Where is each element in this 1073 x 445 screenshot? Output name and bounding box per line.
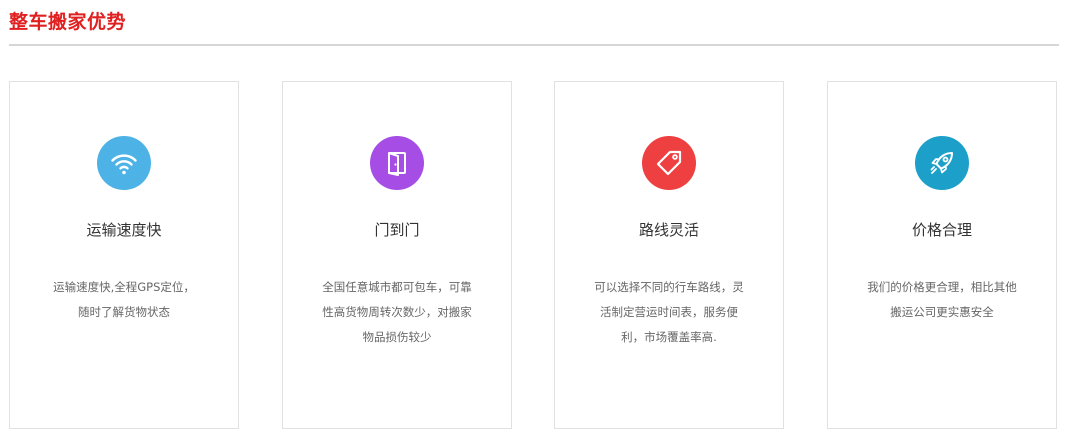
feature-card-reasonable-price: 价格合理 我们的价格更合理，相比其他 搬运公司更实惠安全: [827, 81, 1057, 429]
feature-title: 门到门: [374, 221, 420, 239]
description-line: 物品损伤较少: [362, 330, 432, 344]
feature-title: 运输速度快: [86, 221, 162, 239]
description-line: 活制定营运时间表，服务便: [600, 305, 738, 319]
advantages-section: 整车搬家优势 运输速度快 运输速度快,全程GPS定位， 随时了解货物状态 门到门…: [0, 0, 1073, 445]
feature-description: 全国任意城市都可包车，可靠 性高货物周转次数少，对搬家 物品损伤较少: [313, 275, 481, 350]
feature-card-door-to-door: 门到门 全国任意城市都可包车，可靠 性高货物周转次数少，对搬家 物品损伤较少: [282, 81, 512, 429]
section-title: 整车搬家优势: [9, 11, 127, 33]
icon-badge: [370, 136, 424, 190]
feature-description: 我们的价格更合理，相比其他 搬运公司更实惠安全: [858, 275, 1026, 325]
description-line: 搬运公司更实惠安全: [890, 305, 994, 319]
feature-title: 路线灵活: [638, 221, 699, 239]
tag-icon: [656, 150, 682, 176]
icon-badge: [97, 136, 151, 190]
description-line: 可以选择不同的行车路线，灵: [594, 280, 744, 294]
description-line: 性高货物周转次数少，对搬家: [322, 305, 472, 319]
feature-description: 可以选择不同的行车路线，灵 活制定营运时间表，服务便 利，市场覆盖率高.: [585, 275, 753, 350]
description-line: 我们的价格更合理，相比其他: [867, 280, 1017, 294]
icon-badge: [915, 136, 969, 190]
wifi-icon: [111, 154, 137, 175]
title-divider: [9, 44, 1059, 46]
icon-badge: [642, 136, 696, 190]
door-icon: [388, 152, 406, 176]
description-line: 全国任意城市都可包车，可靠: [322, 280, 472, 294]
feature-title: 价格合理: [911, 221, 972, 239]
feature-card-speed: 运输速度快 运输速度快,全程GPS定位， 随时了解货物状态: [9, 81, 239, 429]
description-line: 随时了解货物状态: [78, 305, 170, 319]
rocket-icon: [930, 152, 953, 174]
description-line: 利，市场覆盖率高.: [621, 330, 717, 344]
feature-card-flexible-route: 路线灵活 可以选择不同的行车路线，灵 活制定营运时间表，服务便 利，市场覆盖率高…: [554, 81, 784, 429]
feature-description: 运输速度快,全程GPS定位， 随时了解货物状态: [40, 275, 208, 325]
description-line: 运输速度快,全程GPS定位，: [53, 280, 195, 294]
